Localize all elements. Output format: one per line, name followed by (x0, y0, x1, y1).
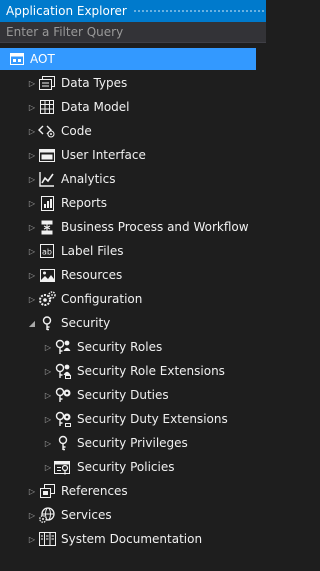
tree-node-label: AOT (30, 52, 55, 66)
tree-node-label: System Documentation (61, 532, 203, 546)
configuration-icon (38, 290, 56, 308)
panel-title: Application Explorer (6, 4, 127, 18)
tree-node-label: Business Process and Workflow (61, 220, 249, 234)
system-documentation-icon (38, 530, 56, 548)
security-role-extensions-icon (54, 362, 72, 380)
reports-icon (38, 194, 56, 212)
svg-text:ab: ab (42, 248, 52, 257)
expand-caret-icon[interactable]: ▷ (44, 437, 52, 449)
tree-node-label: Data Model (61, 100, 130, 114)
tree-node-security-role-extensions[interactable]: ▷ Security Role Extensions (0, 360, 266, 382)
collapse-caret-icon[interactable]: ◢ (28, 317, 36, 329)
tree-node-references[interactable]: ▷ References (0, 480, 266, 502)
security-icon (38, 314, 56, 332)
security-privileges-icon (54, 434, 72, 452)
tree-node-label: Configuration (61, 292, 143, 306)
security-roles-icon (54, 338, 72, 356)
expand-caret-icon[interactable]: ▷ (28, 269, 36, 281)
tree-node-system-documentation[interactable]: ▷ System Documentation (0, 528, 266, 550)
tree-node-security-duty-extensions[interactable]: ▷ Security Duty Extensions (0, 408, 266, 430)
security-policies-icon (54, 458, 72, 476)
tree-node-resources[interactable]: ▷ Resources (0, 264, 266, 286)
tree-node-label: References (61, 484, 128, 498)
tree-node-label: Reports (61, 196, 108, 210)
services-icon (38, 506, 56, 524)
security-duty-extensions-icon (54, 410, 72, 428)
tree-node-security[interactable]: ◢ Security (0, 312, 266, 334)
tree-node-security-duties[interactable]: ▷ Security Duties (0, 384, 266, 406)
data-types-icon (38, 74, 56, 92)
expand-caret-icon[interactable]: ▷ (44, 341, 52, 353)
tree-node-user-interface[interactable]: ▷ User Interface (0, 144, 266, 166)
workflow-icon (38, 218, 56, 236)
tree-node-services[interactable]: ▷ Services (0, 504, 266, 526)
tree-node-label: Security Privileges (77, 436, 188, 450)
panel-title-bar: Application Explorer (0, 0, 266, 22)
expand-caret-icon[interactable]: ▷ (44, 365, 52, 377)
resources-icon (38, 266, 56, 284)
analytics-icon (38, 170, 56, 188)
expand-caret-icon[interactable]: ▷ (28, 509, 36, 521)
drag-grip[interactable] (132, 8, 264, 14)
tree-node-security-policies[interactable]: ▷ Security Policies (0, 456, 266, 478)
tree-node-label: Security (61, 316, 111, 330)
expand-caret-icon[interactable]: ▷ (28, 221, 36, 233)
tree-node-aot[interactable]: AOT (0, 48, 256, 70)
expand-caret-icon[interactable]: ▷ (28, 245, 36, 257)
expand-caret-icon[interactable]: ▷ (28, 197, 36, 209)
expand-caret-icon[interactable]: ▷ (28, 293, 36, 305)
expand-caret-icon[interactable]: ▷ (28, 485, 36, 497)
tree-node-reports[interactable]: ▷ Reports (0, 192, 266, 214)
expand-caret-icon[interactable]: ▷ (44, 461, 52, 473)
expand-caret-icon[interactable]: ▷ (28, 149, 36, 161)
tree-node-code[interactable]: ▷ Code (0, 120, 266, 142)
expand-caret-icon[interactable]: ▷ (28, 77, 36, 89)
code-icon (38, 122, 56, 140)
tree-node-data-model[interactable]: ▷ Data Model (0, 96, 266, 118)
user-interface-icon (38, 146, 56, 164)
tree-node-security-roles[interactable]: ▷ Security Roles (0, 336, 266, 358)
tree-node-label: Resources (61, 268, 123, 282)
expand-caret-icon[interactable]: ▷ (28, 125, 36, 137)
security-duties-icon (54, 386, 72, 404)
tree-node-label: Data Types (61, 76, 128, 90)
aot-icon (8, 50, 26, 68)
tree-node-label: Security Roles (77, 340, 163, 354)
tree-node-label-files[interactable]: ▷ ab Label Files (0, 240, 266, 262)
tree-node-label: Label Files (61, 244, 124, 258)
tree-node-label: Security Policies (77, 460, 175, 474)
tree-node-label: Code (61, 124, 92, 138)
tree-node-label: Security Duty Extensions (77, 412, 228, 426)
expand-caret-icon[interactable]: ▷ (28, 173, 36, 185)
tree-node-business-process-workflow[interactable]: ▷ Business Process and Workflow (0, 216, 266, 238)
expand-caret-icon[interactable]: ▷ (44, 389, 52, 401)
tree-node-label: Analytics (61, 172, 116, 186)
expand-caret-icon[interactable]: ▷ (44, 413, 52, 425)
tree-node-label: Services (61, 508, 112, 522)
tree-node-label: Security Duties (77, 388, 169, 402)
filter-query-input[interactable] (0, 22, 266, 42)
tree-node-security-privileges[interactable]: ▷ Security Privileges (0, 432, 266, 454)
tree-node-configuration[interactable]: ▷ Configuration (0, 288, 266, 310)
expand-caret-icon[interactable]: ▷ (28, 101, 36, 113)
references-icon (38, 482, 56, 500)
tree-node-label: User Interface (61, 148, 146, 162)
filter-box (0, 22, 266, 43)
label-files-icon: ab (38, 242, 56, 260)
tree-node-label: Security Role Extensions (77, 364, 225, 378)
data-model-icon (38, 98, 56, 116)
tree-node-data-types[interactable]: ▷ Data Types (0, 72, 266, 94)
expand-caret-icon[interactable]: ▷ (28, 533, 36, 545)
tree-node-analytics[interactable]: ▷ Analytics (0, 168, 266, 190)
